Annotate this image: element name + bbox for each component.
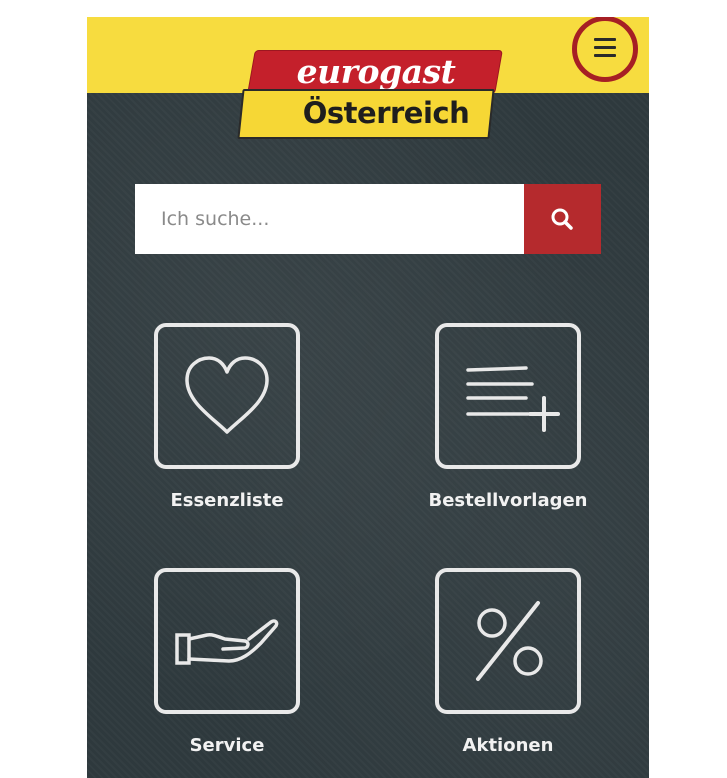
app-screen: eurogast Österreich Essenzliste [87, 17, 649, 778]
menu-button[interactable] [572, 17, 638, 82]
percent-icon [435, 568, 581, 714]
list-add-icon [435, 323, 581, 469]
tile-service[interactable]: Service [127, 567, 327, 778]
heart-icon [154, 323, 300, 469]
tile-label: Aktionen [462, 735, 554, 756]
search-button[interactable] [524, 184, 601, 254]
tile-bestellvorlagen[interactable]: Bestellvorlagen [408, 322, 608, 542]
logo-brand-name: eurogast [296, 52, 456, 91]
search-input[interactable] [135, 184, 524, 254]
tile-label: Bestellvorlagen [428, 490, 588, 511]
search-bar [135, 184, 601, 254]
logo-subtitle: Österreich [302, 96, 470, 130]
tile-label: Service [189, 735, 265, 756]
tile-essenzliste[interactable]: Essenzliste [127, 322, 327, 542]
eurogast-logo[interactable]: eurogast Österreich [236, 49, 502, 139]
search-icon [551, 208, 573, 230]
tile-label: Essenzliste [170, 490, 284, 511]
hand-icon [154, 568, 300, 714]
tile-aktionen[interactable]: Aktionen [408, 567, 608, 778]
